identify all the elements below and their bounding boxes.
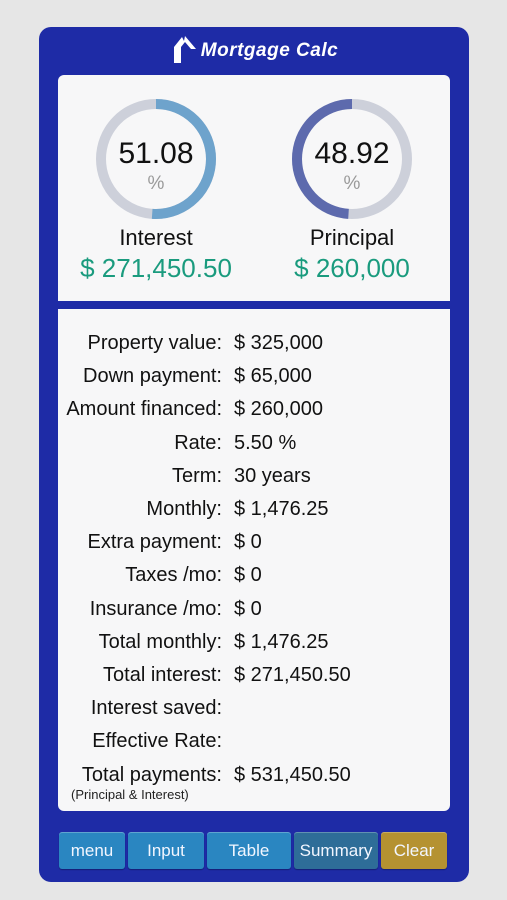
interest-percent-unit: %	[147, 173, 165, 194]
app-header: Mortgage Calc	[39, 27, 469, 75]
row-label: Taxes /mo:	[125, 564, 222, 587]
summary-panel: 51.08 % Interest $ 271,450.50 48.92 % Pr…	[58, 75, 450, 301]
clear-button[interactable]: Clear	[381, 832, 447, 869]
row-total-interest: Total interest: $ 271,450.50	[58, 659, 450, 692]
principal-label: Principal	[309, 225, 395, 250]
row-insurance: Insurance /mo: $ 0	[58, 593, 450, 626]
row-value: $ 531,450.50	[234, 763, 351, 786]
row-interest-saved: Interest saved:	[58, 692, 450, 725]
row-value: $ 325,000	[234, 332, 323, 355]
row-amount-financed: Amount financed: $ 260,000	[58, 393, 450, 426]
principal-gauge: 48.92 %	[290, 97, 414, 221]
row-value: $ 0	[234, 564, 262, 587]
row-label: Total interest:	[103, 663, 222, 686]
row-value: $ 0	[234, 531, 262, 554]
interest-summary: 51.08 % Interest $ 271,450.50	[58, 97, 254, 284]
row-rate: Rate: 5.50 %	[58, 427, 450, 460]
row-label: Insurance /mo:	[89, 597, 222, 620]
summary-button[interactable]: Summary	[294, 832, 378, 869]
principal-amount: $ 260,000	[294, 253, 410, 283]
principal-percent: 48.92	[314, 137, 390, 170]
row-label: Amount financed:	[66, 398, 222, 421]
row-down-payment: Down payment: $ 65,000	[58, 360, 450, 393]
total-payments-note: (Principal & Interest)	[71, 787, 189, 802]
row-label: Extra payment:	[87, 531, 222, 554]
bottom-toolbar: menu Input Table Summary Clear	[59, 832, 451, 870]
row-extra-payment: Extra payment: $ 0	[58, 526, 450, 559]
interest-gauge: 51.08 %	[94, 97, 218, 221]
interest-label: Interest	[119, 225, 193, 250]
row-value: $ 65,000	[234, 365, 312, 388]
menu-button[interactable]: menu	[59, 832, 125, 869]
house-logo-icon	[173, 36, 196, 63]
interest-percent: 51.08	[118, 137, 194, 170]
row-label: Total payments:	[81, 763, 222, 786]
row-total-monthly: Total monthly: $ 1,476.25	[58, 626, 450, 659]
row-label: Total monthly:	[98, 630, 222, 653]
principal-percent-unit: %	[343, 173, 361, 194]
details-panel: Property value: $ 325,000 Down payment: $ …	[58, 309, 450, 811]
row-term: Term: 30 years	[58, 460, 450, 493]
row-label: Down payment:	[83, 365, 222, 388]
row-label: Property value:	[87, 332, 222, 355]
row-label: Rate:	[174, 431, 222, 454]
row-value: 5.50 %	[234, 431, 297, 454]
row-monthly: Monthly: $ 1,476.25	[58, 493, 450, 526]
row-value: $ 0	[234, 597, 262, 620]
row-effective-rate: Effective Rate:	[58, 725, 450, 758]
app-frame: Mortgage Calc 51.08 % Interest $ 271,450…	[39, 27, 469, 882]
row-value: $ 1,476.25	[234, 498, 329, 521]
table-button[interactable]: Table	[207, 832, 291, 869]
input-button[interactable]: Input	[128, 832, 204, 869]
row-value: $ 260,000	[234, 398, 323, 421]
principal-summary: 48.92 % Principal $ 260,000	[254, 97, 450, 284]
details-list: Property value: $ 325,000 Down payment: $ …	[58, 327, 450, 792]
row-value: $ 1,476.25	[234, 630, 329, 653]
row-taxes: Taxes /mo: $ 0	[58, 559, 450, 592]
app-title: Mortgage Calc	[200, 40, 339, 61]
row-label: Interest saved:	[90, 697, 222, 720]
row-label: Term:	[172, 464, 222, 487]
row-label: Monthly:	[146, 498, 222, 521]
row-value: $ 271,450.50	[234, 663, 351, 686]
row-label: Effective Rate:	[92, 730, 222, 753]
row-value: 30 years	[234, 464, 311, 487]
row-property-value: Property value: $ 325,000	[58, 327, 450, 360]
interest-amount: $ 271,450.50	[80, 253, 232, 283]
